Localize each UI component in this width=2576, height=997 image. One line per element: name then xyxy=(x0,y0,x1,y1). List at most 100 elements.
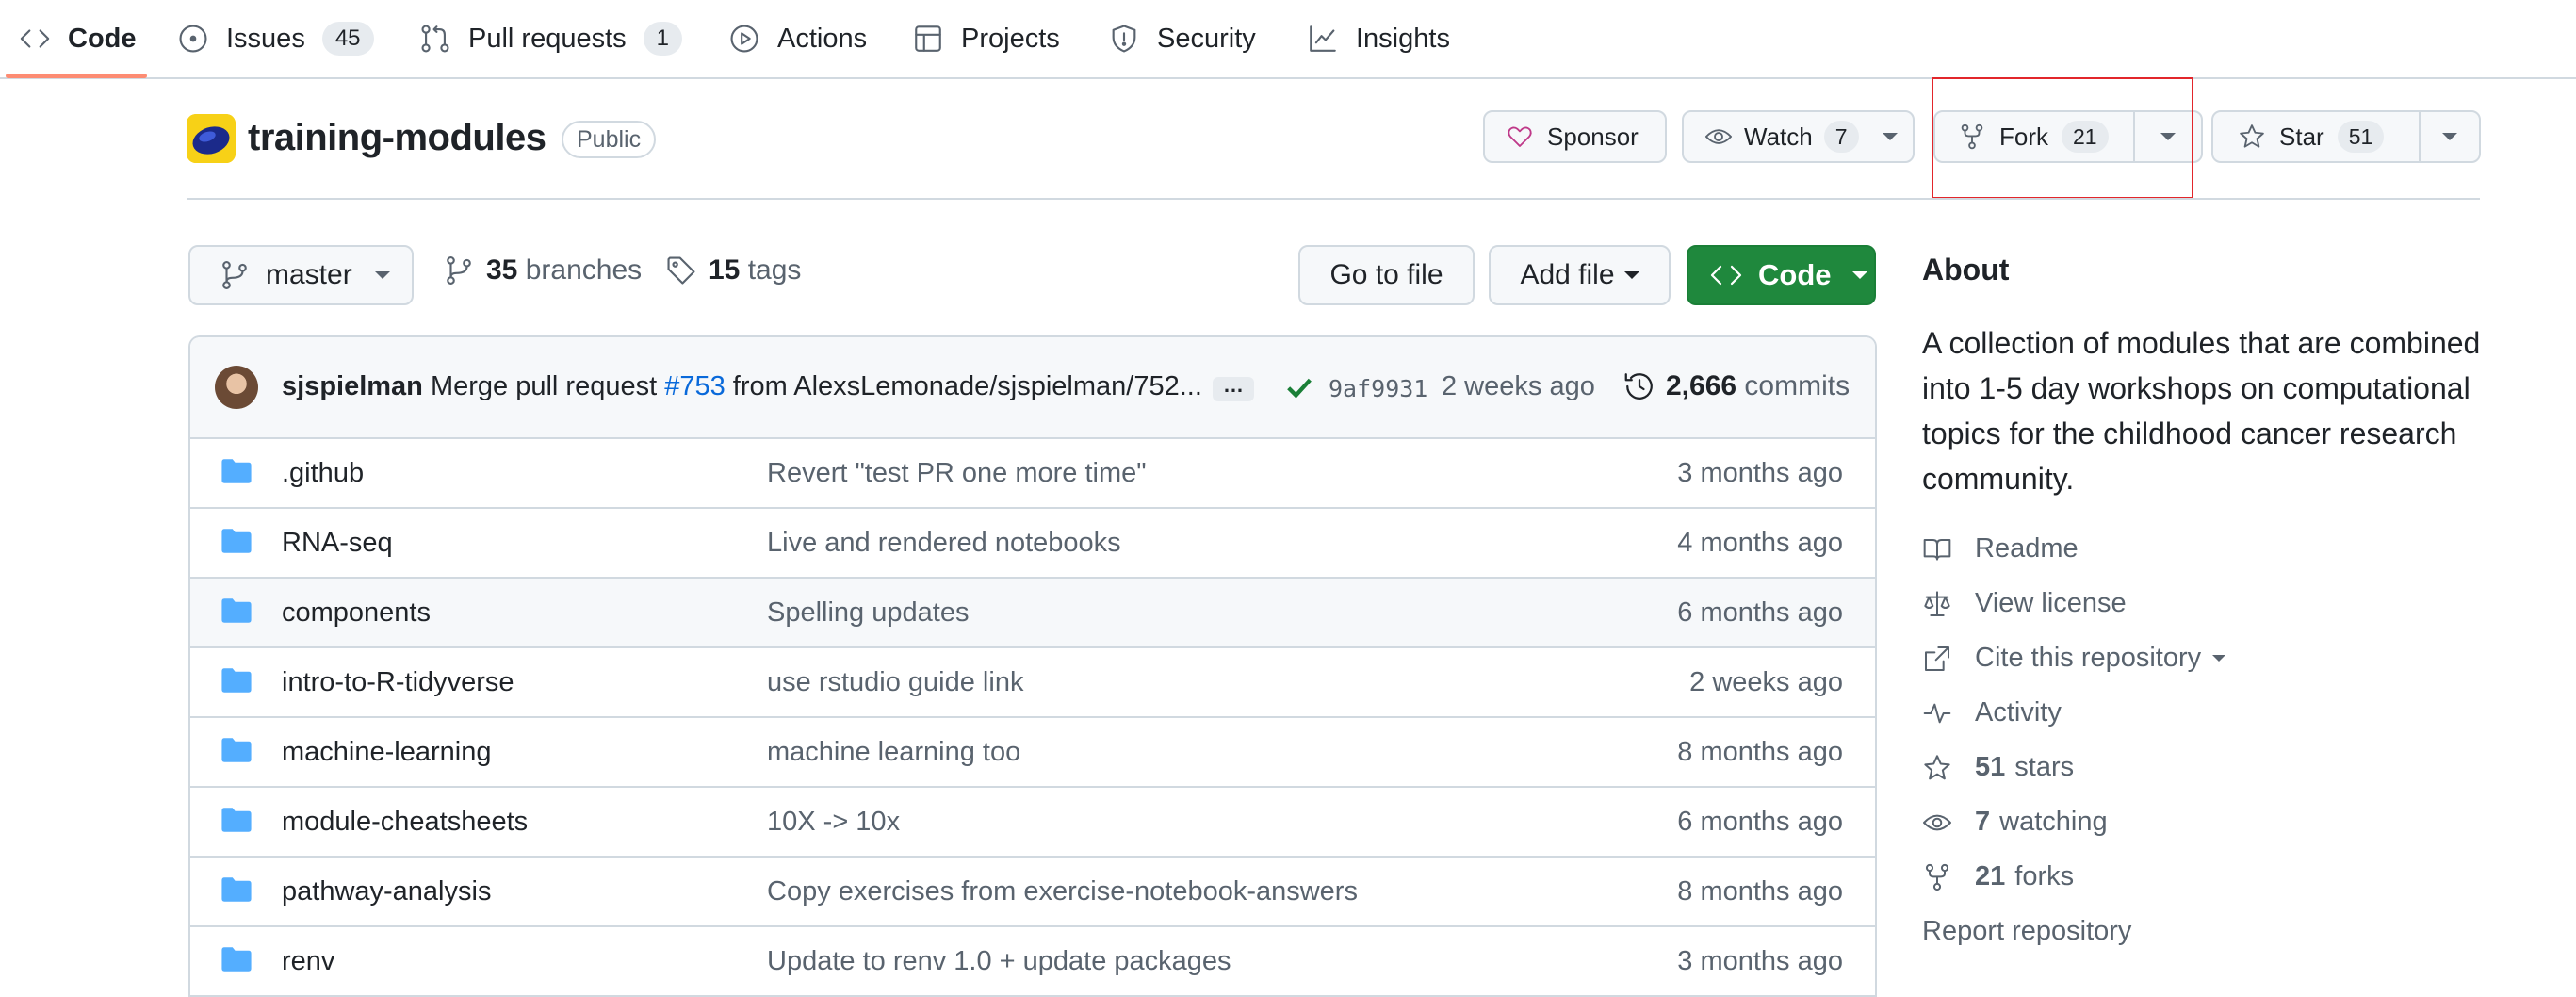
chevron-down-icon xyxy=(2212,655,2226,662)
repo-name-link[interactable]: training-modules xyxy=(248,117,546,159)
file-name-link[interactable]: pathway-analysis xyxy=(282,876,491,907)
activity-link[interactable]: Activity xyxy=(1922,697,2062,728)
branch-select-button[interactable]: master xyxy=(188,245,414,305)
check-icon[interactable] xyxy=(1283,371,1315,403)
sponsor-label: Sponsor xyxy=(1547,122,1639,151)
license-label: View license xyxy=(1975,588,2127,618)
file-name-link[interactable]: components xyxy=(282,597,431,629)
table-row[interactable]: RNA-seq Live and rendered notebooks 4 mo… xyxy=(190,509,1875,579)
stars-link[interactable]: 51 stars xyxy=(1922,752,2074,783)
avatar[interactable] xyxy=(215,366,258,409)
tab-actions[interactable]: Actions xyxy=(728,0,867,77)
table-row[interactable]: components Spelling updates 6 months ago xyxy=(190,579,1875,648)
commit-sha-link[interactable]: 9af9931 xyxy=(1329,375,1427,402)
file-commit-age: 3 months ago xyxy=(1677,458,1843,488)
latest-commit-bar: sjspielman Merge pull request #753 from … xyxy=(190,337,1875,439)
file-commit-message-link[interactable]: Copy exercises from exercise-notebook-an… xyxy=(767,876,1358,907)
watch-button-group: Watch 7 xyxy=(1682,110,1915,163)
tags-link[interactable]: 15 tags xyxy=(665,254,801,286)
table-row[interactable]: .github Revert "test PR one more time" 3… xyxy=(190,439,1875,509)
table-row[interactable]: module-cheatsheets 10X -> 10x 6 months a… xyxy=(190,788,1875,858)
tab-issues-label: Issues xyxy=(226,23,305,54)
table-row[interactable]: renv Update to renv 1.0 + update package… xyxy=(190,927,1875,997)
folder-icon xyxy=(221,529,252,553)
sponsor-button[interactable]: Sponsor xyxy=(1483,110,1667,163)
file-commit-age: 8 months ago xyxy=(1677,737,1843,767)
tab-insights[interactable]: Insights xyxy=(1307,0,1450,77)
code-button-label: Code xyxy=(1758,258,1832,291)
watch-label: Watch xyxy=(1744,122,1813,151)
forks-link[interactable]: 21 forks xyxy=(1922,861,2074,892)
chevron-down-icon xyxy=(1851,271,1867,279)
cite-repository-button[interactable]: Cite this repository xyxy=(1922,643,2226,674)
table-row[interactable]: intro-to-R-tidyverse use rstudio guide l… xyxy=(190,648,1875,718)
watch-dropdown[interactable] xyxy=(1867,112,1913,161)
file-name-link[interactable]: renv xyxy=(282,946,334,977)
forks-count: 21 xyxy=(1975,861,2006,891)
commits-history-link[interactable]: 2,666 commits xyxy=(1622,369,1850,403)
tab-issues[interactable]: Issues 45 xyxy=(177,0,374,77)
stars-count: 51 xyxy=(1975,752,2006,782)
file-commit-age: 2 weeks ago xyxy=(1689,667,1843,697)
file-commit-message-link[interactable]: Update to renv 1.0 + update packages xyxy=(767,946,1231,977)
chevron-down-icon xyxy=(374,271,390,279)
file-commit-message-link[interactable]: machine learning too xyxy=(767,737,1020,768)
branches-label: branches xyxy=(525,254,643,286)
file-commit-age: 3 months ago xyxy=(1677,946,1843,976)
table-row[interactable]: machine-learning machine learning too 8 … xyxy=(190,718,1875,788)
tab-code[interactable]: Code xyxy=(19,0,137,77)
file-commit-age: 8 months ago xyxy=(1677,876,1843,907)
report-repository-link[interactable]: Report repository xyxy=(1922,916,2131,947)
tab-pull-requests-label: Pull requests xyxy=(468,23,627,54)
file-commit-age: 6 months ago xyxy=(1677,597,1843,628)
commit-message-prefix[interactable]: Merge pull request xyxy=(431,371,657,401)
branches-link[interactable]: 35 branches xyxy=(443,254,642,286)
watching-link[interactable]: 7 watching xyxy=(1922,807,2108,838)
commit-message-suffix[interactable]: from AlexsLemonade/sjspielman/752... xyxy=(733,371,1202,401)
commit-pr-link[interactable]: #753 xyxy=(664,371,726,401)
tab-projects[interactable]: Projects xyxy=(912,0,1060,77)
readme-link[interactable]: Readme xyxy=(1922,533,2079,564)
pull-requests-count: 1 xyxy=(643,22,683,56)
star-dropdown[interactable] xyxy=(2421,112,2479,161)
star-label: Star xyxy=(2279,122,2324,151)
star-button[interactable]: Star 51 xyxy=(2213,112,2419,161)
add-file-button[interactable]: Add file xyxy=(1489,245,1671,305)
about-heading: About xyxy=(1922,253,2010,286)
file-commit-message-link[interactable]: use rstudio guide link xyxy=(767,667,1023,698)
tab-security[interactable]: Security xyxy=(1108,0,1256,77)
tab-pull-requests[interactable]: Pull requests 1 xyxy=(419,0,683,77)
watch-button[interactable]: Watch 7 xyxy=(1684,112,1867,161)
commit-time: 2 weeks ago xyxy=(1442,371,1595,401)
stars-label: stars xyxy=(2014,752,2075,782)
report-label: Report repository xyxy=(1922,916,2132,946)
file-commit-message-link[interactable]: Live and rendered notebooks xyxy=(767,528,1121,559)
file-commit-message-link[interactable]: Revert "test PR one more time" xyxy=(767,458,1147,489)
file-name-link[interactable]: intro-to-R-tidyverse xyxy=(282,667,514,698)
file-commit-message-link[interactable]: 10X -> 10x xyxy=(767,807,900,838)
file-commit-message-link[interactable]: Spelling updates xyxy=(767,597,969,629)
table-row[interactable]: pathway-analysis Copy exercises from exe… xyxy=(190,858,1875,927)
file-name-link[interactable]: module-cheatsheets xyxy=(282,807,528,838)
go-to-file-button[interactable]: Go to file xyxy=(1298,245,1475,305)
folder-icon xyxy=(221,598,252,623)
header-divider xyxy=(187,198,2480,200)
selected-tab-underline xyxy=(6,74,147,78)
file-browser: sjspielman Merge pull request #753 from … xyxy=(188,335,1877,997)
code-download-button[interactable]: Code xyxy=(1687,245,1876,305)
chevron-down-icon xyxy=(2442,133,2457,140)
license-link[interactable]: View license xyxy=(1922,588,2127,619)
folder-icon xyxy=(221,877,252,902)
file-name-link[interactable]: .github xyxy=(282,458,364,489)
chevron-down-icon xyxy=(1883,133,1898,140)
file-commit-age: 4 months ago xyxy=(1677,528,1843,558)
tab-actions-label: Actions xyxy=(777,23,868,54)
eye-icon xyxy=(1922,808,1975,838)
repo-owner-avatar[interactable] xyxy=(187,114,236,163)
star-icon xyxy=(2238,123,2266,151)
file-name-link[interactable]: RNA-seq xyxy=(282,528,393,559)
expand-commit-message-button[interactable]: … xyxy=(1213,375,1254,401)
commit-author-link[interactable]: sjspielman xyxy=(282,371,423,401)
tab-insights-label: Insights xyxy=(1356,23,1450,54)
file-name-link[interactable]: machine-learning xyxy=(282,737,491,768)
